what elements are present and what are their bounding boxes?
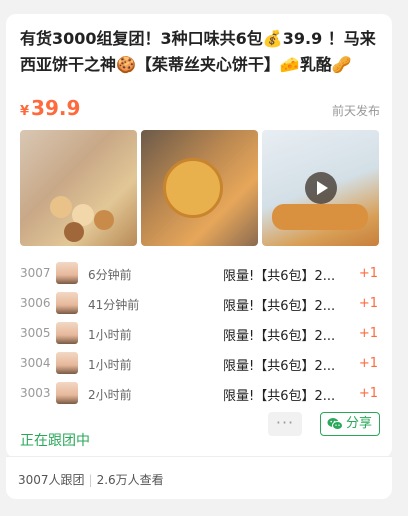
participants-count: 3007人跟团 bbox=[18, 473, 85, 487]
cookie-shape bbox=[50, 196, 72, 218]
order-item: 限量!【共6包】2... bbox=[223, 389, 336, 404]
views-count: 2.6万人查看 bbox=[96, 473, 164, 487]
cookie-shape bbox=[94, 210, 114, 230]
avatar bbox=[56, 292, 78, 314]
order-time: 2小时前 bbox=[88, 388, 132, 402]
order-row[interactable]: 3003 2小时前 限量!【共6包】2... +1 bbox=[20, 378, 380, 408]
order-quantity: +1 bbox=[358, 296, 378, 311]
order-row[interactable]: 3007 6分钟前 限量!【共6包】2... +1 bbox=[20, 258, 380, 288]
order-item: 限量!【共6包】2... bbox=[223, 329, 336, 344]
share-button[interactable]: 分享 bbox=[320, 412, 380, 436]
order-time: 1小时前 bbox=[88, 328, 132, 342]
group-buy-card[interactable]: 有货3000组复团！3种口味共6包💰39.9 ！马来西亚饼干之神🍪【茱蒂丝夹心饼… bbox=[6, 14, 392, 458]
order-item: 限量!【共6包】2... bbox=[223, 359, 336, 374]
cookie-assortment-photo[interactable] bbox=[20, 130, 137, 246]
avatar bbox=[56, 382, 78, 404]
order-number: 3004 bbox=[20, 356, 51, 370]
avatar bbox=[56, 262, 78, 284]
order-time: 1小时前 bbox=[88, 358, 132, 372]
cookie-in-hand-photo[interactable] bbox=[141, 130, 258, 246]
cookie-shape bbox=[64, 222, 84, 242]
order-time: 41分钟前 bbox=[88, 298, 140, 312]
stats: 3007人跟团 | 2.6万人查看 bbox=[18, 471, 164, 488]
order-number: 3007 bbox=[20, 266, 51, 280]
stats-bar: 3007人跟团 | 2.6万人查看 bbox=[6, 456, 392, 499]
price: ¥39.9 bbox=[20, 96, 80, 120]
avatar bbox=[56, 352, 78, 374]
order-item: 限量!【共6包】2... bbox=[223, 299, 336, 314]
play-icon[interactable] bbox=[305, 172, 337, 204]
price-value: 39.9 bbox=[31, 96, 81, 120]
price-row: ¥39.9 前天发布 bbox=[20, 96, 380, 122]
order-number: 3005 bbox=[20, 326, 51, 340]
order-quantity: +1 bbox=[358, 326, 378, 341]
order-row[interactable]: 3005 1小时前 限量!【共6包】2... +1 bbox=[20, 318, 380, 348]
avatar bbox=[56, 322, 78, 344]
published-time: 前天发布 bbox=[331, 104, 380, 118]
order-number: 3006 bbox=[20, 296, 51, 310]
order-quantity: +1 bbox=[358, 266, 378, 281]
order-quantity: +1 bbox=[358, 356, 378, 371]
cookie-video-thumbnail[interactable] bbox=[262, 130, 379, 246]
order-quantity: +1 bbox=[358, 386, 378, 401]
currency-symbol: ¥ bbox=[20, 104, 30, 119]
cookie-shape bbox=[163, 158, 223, 218]
order-time: 6分钟前 bbox=[88, 268, 132, 282]
order-row[interactable]: 3006 41分钟前 限量!【共6包】2... +1 bbox=[20, 288, 380, 318]
order-item: 限量!【共6包】2... bbox=[223, 269, 336, 284]
order-row[interactable]: 3004 1小时前 限量!【共6包】2... +1 bbox=[20, 348, 380, 378]
share-label: 分享 bbox=[346, 416, 373, 431]
order-list: 3007 6分钟前 限量!【共6包】2... +1 3006 41分钟前 限量!… bbox=[20, 258, 380, 408]
group-status: 正在跟团中 bbox=[20, 433, 90, 449]
order-number: 3003 bbox=[20, 386, 51, 400]
post-title[interactable]: 有货3000组复团！3种口味共6包💰39.9 ！马来西亚饼干之神🍪【茱蒂丝夹心饼… bbox=[20, 26, 380, 78]
more-button[interactable]: ··· bbox=[268, 412, 302, 436]
divider: | bbox=[88, 473, 93, 487]
wechat-icon bbox=[327, 418, 343, 430]
photo-gallery bbox=[20, 130, 380, 246]
cookie-shape bbox=[272, 204, 368, 230]
